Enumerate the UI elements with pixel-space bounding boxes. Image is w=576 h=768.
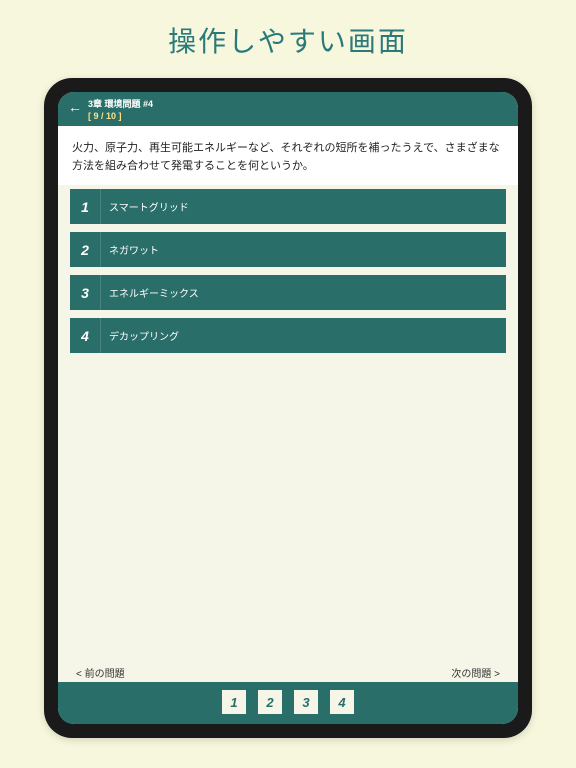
next-question-button[interactable]: 次の問題 > — [451, 665, 500, 680]
bottom-jump-2[interactable]: 2 — [258, 690, 282, 714]
bottom-jump-4[interactable]: 4 — [330, 690, 354, 714]
option-number: 2 — [70, 232, 100, 267]
content-spacer — [58, 361, 518, 659]
bottom-bar: 1 2 3 4 — [58, 682, 518, 724]
question-counter: [ 9 / 10 ] — [88, 110, 153, 122]
tablet-frame: ← 3章 環境問題 #4 [ 9 / 10 ] 火力、原子力、再生可能エネルギー… — [44, 78, 532, 738]
option-label: デカップリング — [100, 318, 506, 353]
bottom-jump-1[interactable]: 1 — [222, 690, 246, 714]
header-text: 3章 環境問題 #4 [ 9 / 10 ] — [88, 98, 153, 122]
option-1[interactable]: 1 スマートグリッド — [70, 189, 506, 224]
prev-question-button[interactable]: < 前の問題 — [76, 665, 125, 680]
option-label: エネルギーミックス — [100, 275, 506, 310]
promo-title: 操作しやすい画面 — [0, 0, 576, 78]
option-number: 1 — [70, 189, 100, 224]
app-header: ← 3章 環境問題 #4 [ 9 / 10 ] — [58, 92, 518, 126]
back-arrow-icon[interactable]: ← — [68, 98, 82, 114]
option-2[interactable]: 2 ネガワット — [70, 232, 506, 267]
option-3[interactable]: 3 エネルギーミックス — [70, 275, 506, 310]
options-list: 1 スマートグリッド 2 ネガワット 3 エネルギーミックス 4 デカップリング — [58, 185, 518, 361]
option-number: 3 — [70, 275, 100, 310]
bottom-jump-3[interactable]: 3 — [294, 690, 318, 714]
question-text: 火力、原子力、再生可能エネルギーなど、それぞれの短所を補ったうえで、さまざまな方… — [72, 140, 504, 175]
nav-row: < 前の問題 次の問題 > — [58, 659, 518, 682]
option-label: ネガワット — [100, 232, 506, 267]
option-number: 4 — [70, 318, 100, 353]
option-4[interactable]: 4 デカップリング — [70, 318, 506, 353]
question-area: 火力、原子力、再生可能エネルギーなど、それぞれの短所を補ったうえで、さまざまな方… — [58, 126, 518, 185]
option-label: スマートグリッド — [100, 189, 506, 224]
chapter-title: 3章 環境問題 #4 — [88, 98, 153, 110]
tablet-screen: ← 3章 環境問題 #4 [ 9 / 10 ] 火力、原子力、再生可能エネルギー… — [58, 92, 518, 724]
